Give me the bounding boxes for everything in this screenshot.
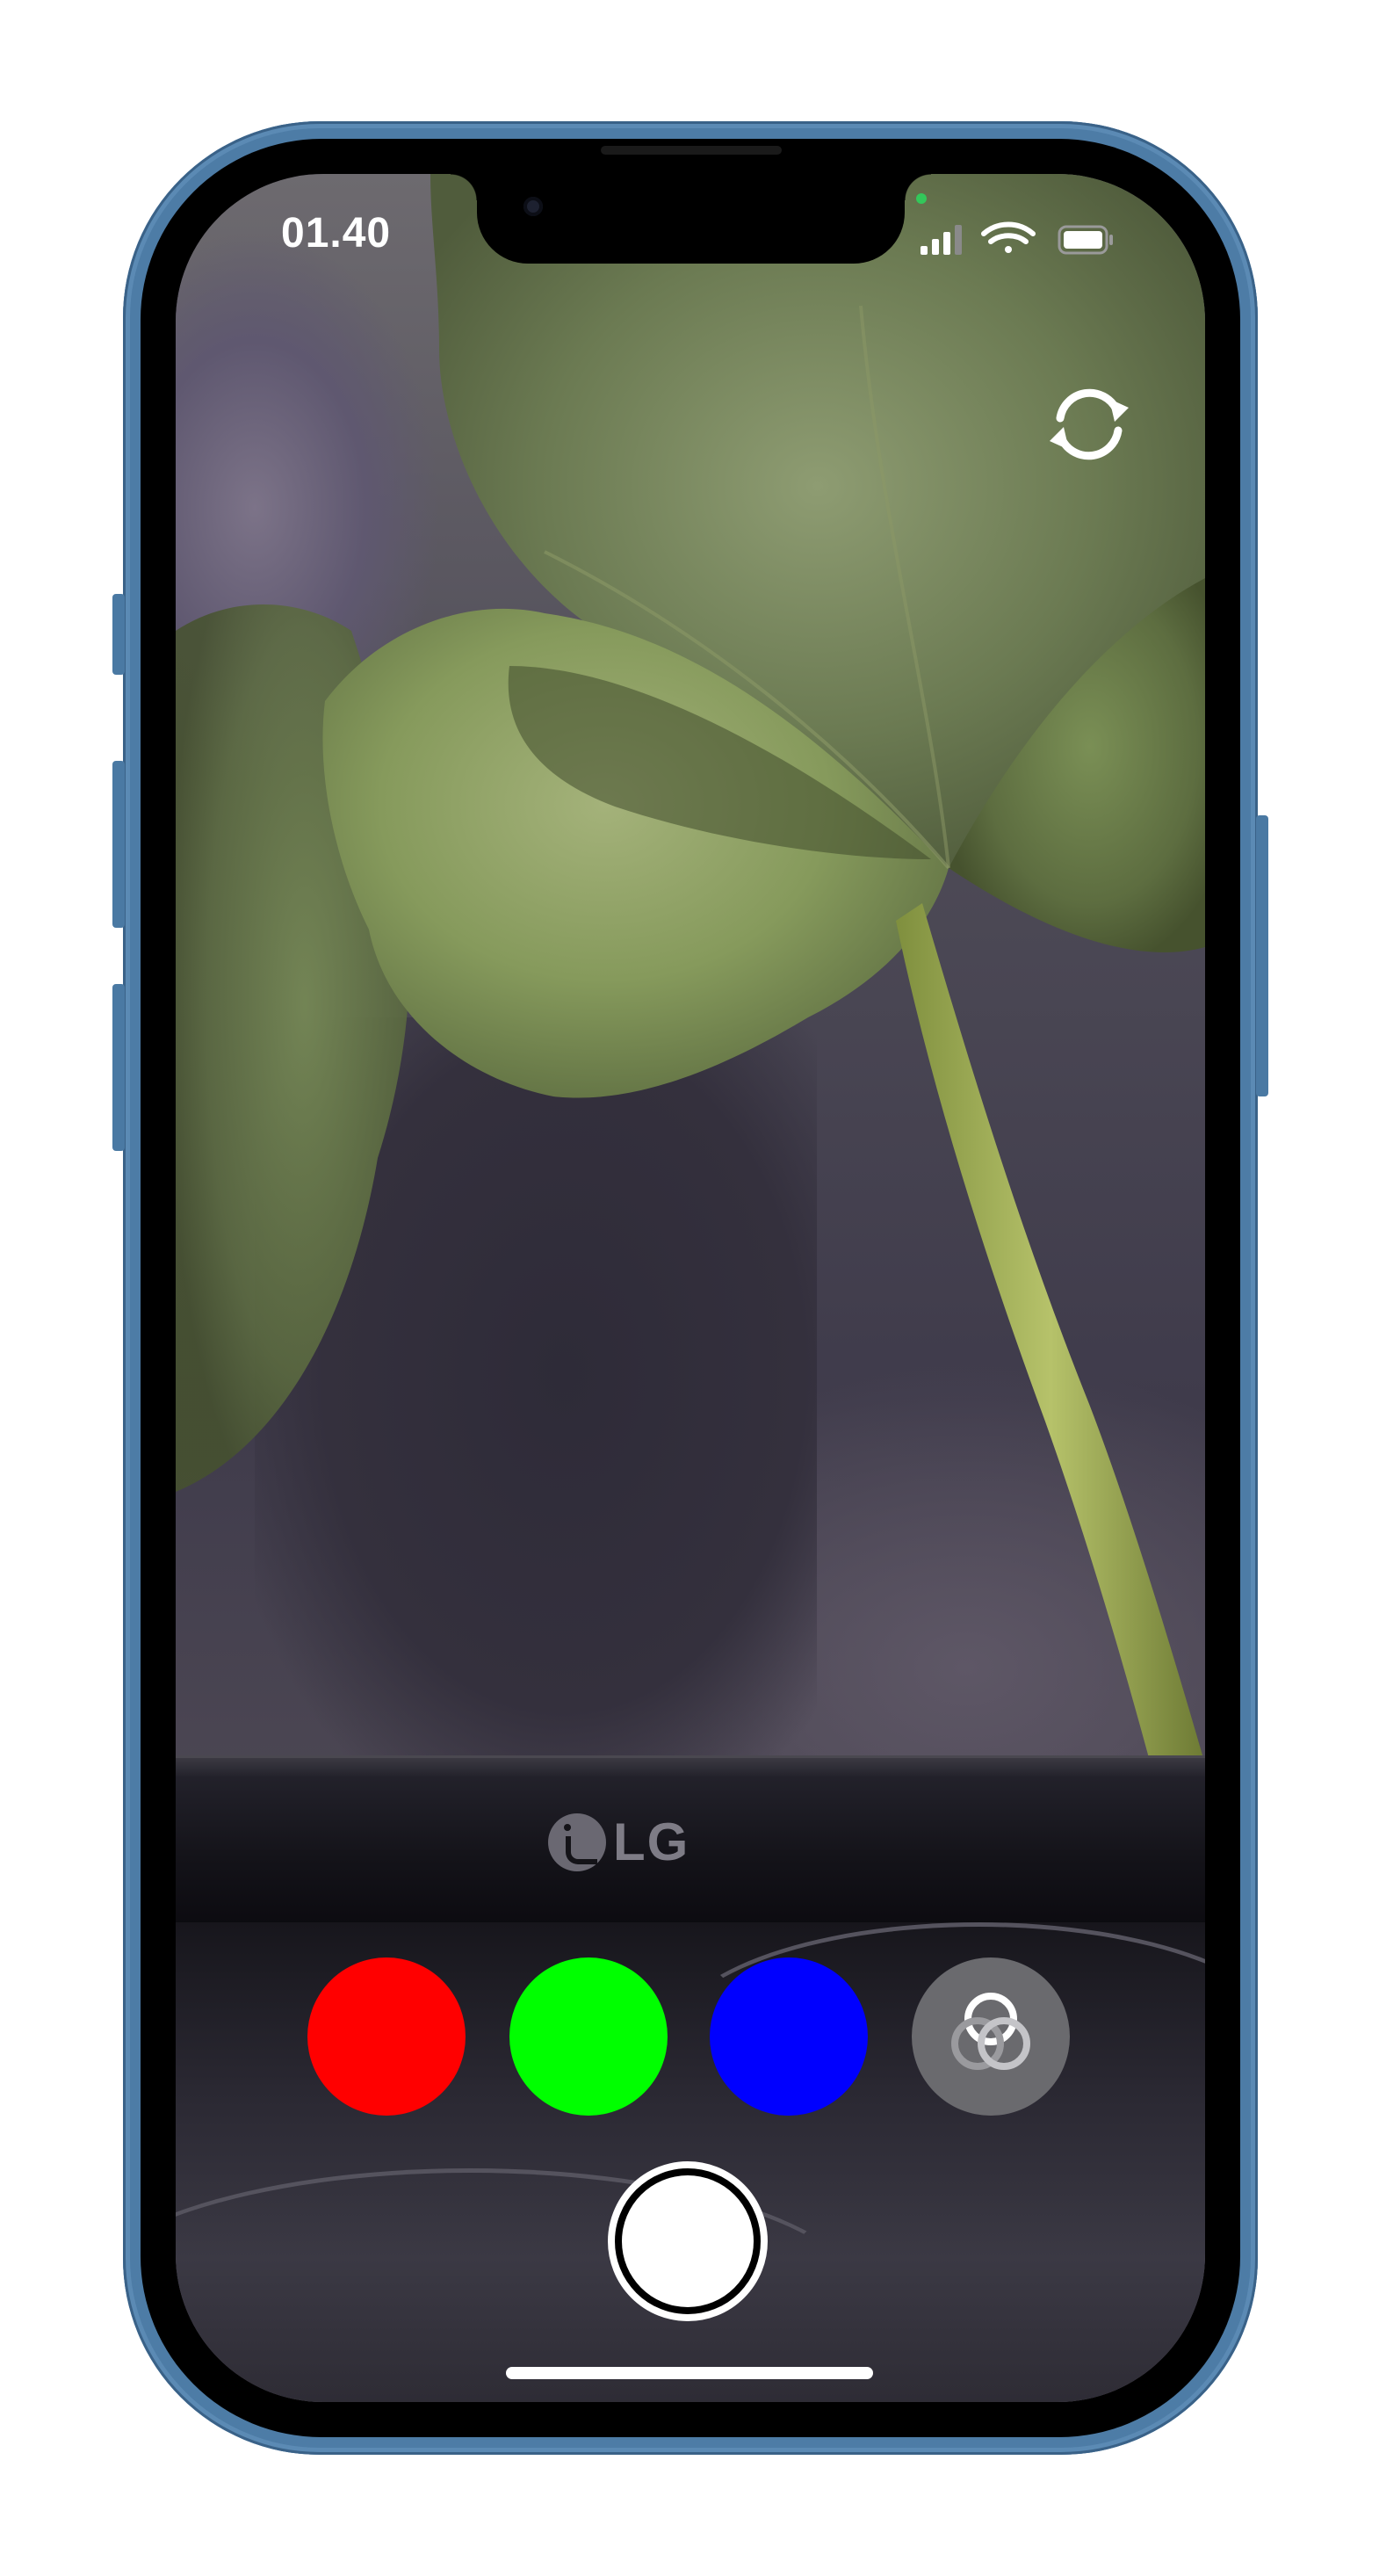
lg-logo: LG [548, 1812, 690, 1872]
notch [451, 174, 931, 264]
combined-filter-button[interactable] [912, 1957, 1070, 2116]
monitor-brand-text: LG [613, 1813, 690, 1871]
battery-icon [1058, 225, 1113, 255]
home-indicator[interactable] [506, 2367, 873, 2379]
red-filter-button[interactable] [307, 1957, 466, 2116]
lg-logo-icon [548, 1813, 606, 1871]
front-camera-icon [523, 197, 543, 216]
volume-up-button [112, 761, 125, 928]
camera-flip-icon [1050, 388, 1129, 460]
earpiece-speaker [601, 146, 782, 155]
shutter-inner [622, 2175, 754, 2307]
color-filter-row [176, 1957, 1205, 2116]
green-filter-button[interactable] [509, 1957, 668, 2116]
shutter-button[interactable] [608, 2161, 768, 2321]
color-overlap-icon [951, 1993, 1030, 2070]
silent-switch [112, 594, 125, 675]
monitor-bezel [176, 1755, 1205, 1925]
power-button [1256, 815, 1268, 1096]
status-icons [921, 221, 1113, 255]
wifi-icon [981, 221, 1036, 253]
flip-camera-button[interactable] [1041, 376, 1137, 473]
blue-filter-button[interactable] [710, 1957, 868, 2116]
volume-down-button [112, 984, 125, 1151]
phone-screen: LG 01.40 [176, 174, 1205, 2402]
cellular-signal-icon [921, 225, 962, 255]
status-time: 01.40 [281, 210, 392, 257]
camera-in-use-indicator [916, 193, 927, 204]
